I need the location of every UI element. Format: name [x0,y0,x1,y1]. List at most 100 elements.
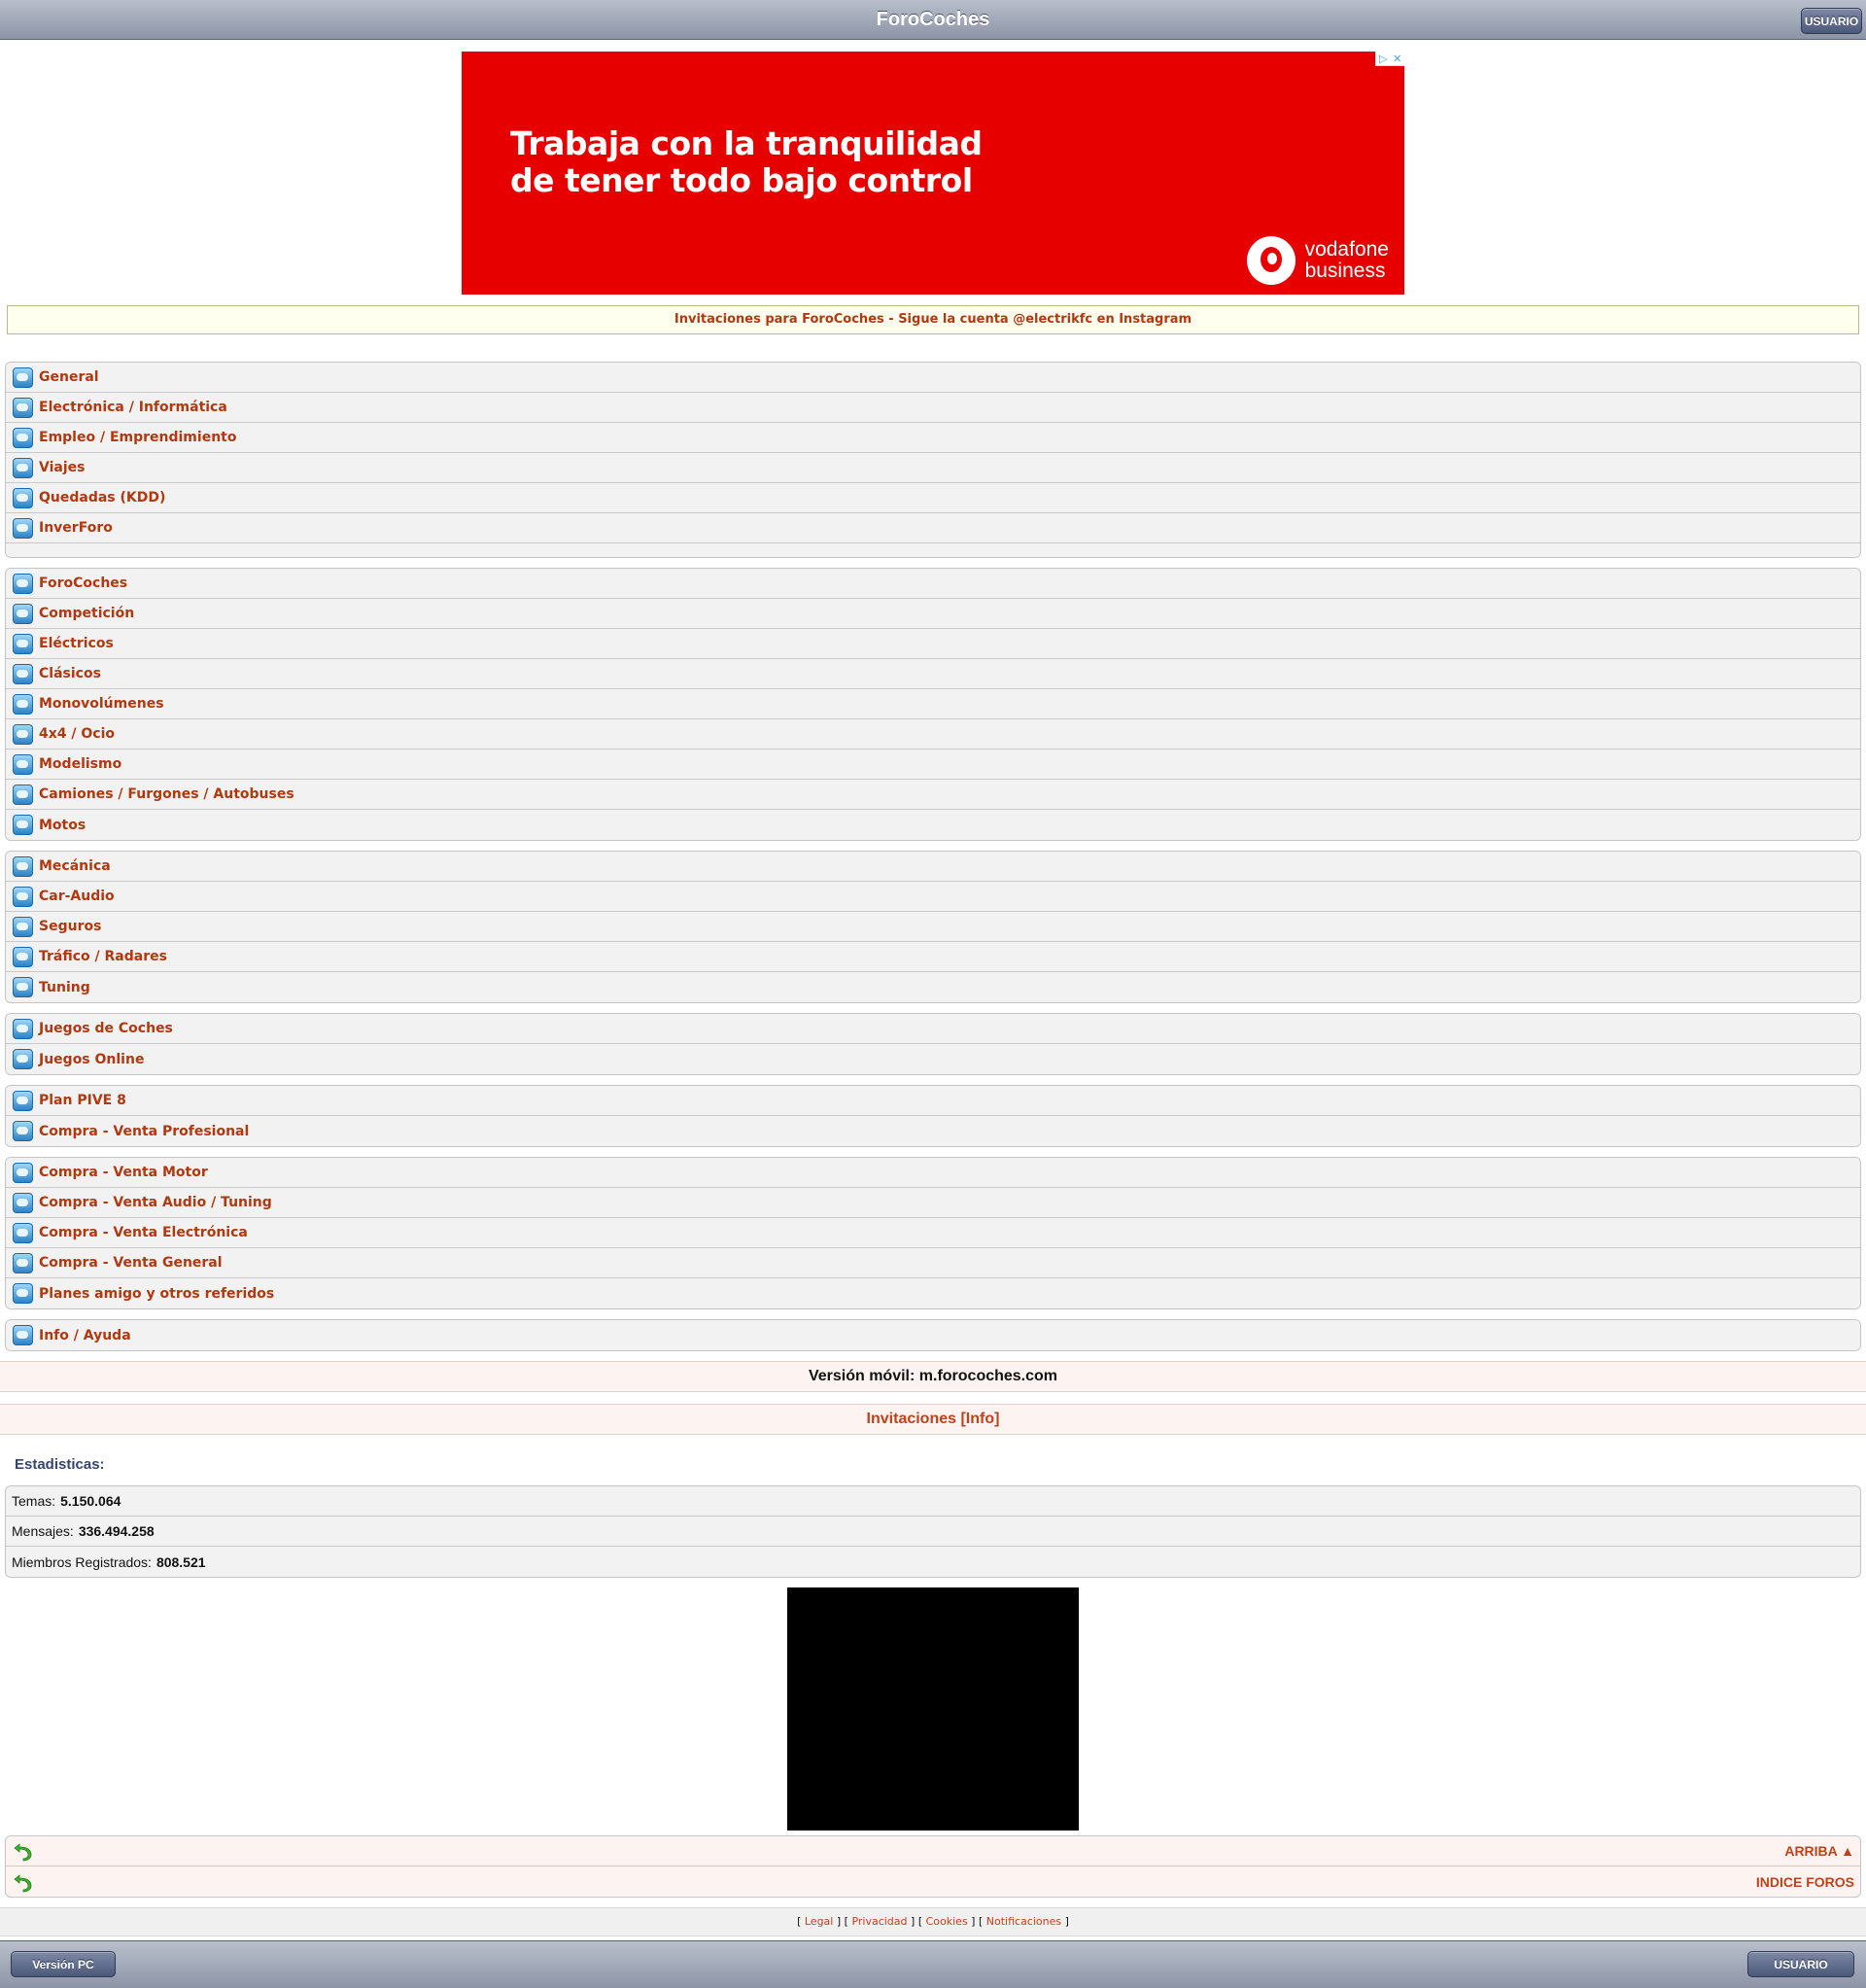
forum-icon [13,427,33,448]
forum-icon [13,663,33,684]
forum-item-label[interactable]: Monovolúmenes [39,696,164,712]
forum-item[interactable]: Mecánica [6,852,1860,882]
forum-item[interactable]: Compra - Venta Electrónica [6,1218,1860,1248]
ad-headline-line1: Trabaja con la tranquilidad [510,124,983,162]
notifications-link[interactable]: Notificaciones [986,1915,1061,1928]
forum-item[interactable]: Clásicos [6,659,1860,689]
forum-item-label[interactable]: Compra - Venta Motor [39,1165,208,1180]
forum-item[interactable]: Compra - Venta General [6,1248,1860,1278]
forum-item-label[interactable]: Compra - Venta Electrónica [39,1225,248,1240]
forum-item-label[interactable]: Competición [39,606,134,621]
forum-item-label[interactable]: Electrónica / Informática [39,400,227,415]
back-to-top-label[interactable]: ARRIBA ▲ [1784,1843,1854,1859]
site-title[interactable]: ForoCoches [0,0,1866,40]
forum-item-label[interactable]: Eléctricos [39,636,114,651]
forum-item[interactable]: Empleo / Emprendimiento [6,423,1860,453]
ad-headline: Trabaja con la tranquilidad de tener tod… [510,125,983,199]
stats-label: Mensajes: [12,1523,74,1539]
pc-version-button[interactable]: Versión PC [11,1951,116,1977]
ad-close-icon[interactable]: ✕ [1391,52,1405,65]
forum-item-label[interactable]: Clásicos [39,666,101,681]
forum-item[interactable]: Planes amigo y otros referidos [6,1278,1860,1308]
forum-item[interactable]: Competición [6,599,1860,629]
forum-item-label[interactable]: 4x4 / Ocio [39,726,115,742]
forum-item-label[interactable]: Motos [39,818,86,833]
forum-icon [13,397,33,418]
forum-item-label[interactable]: Tráfico / Radares [39,949,167,964]
forum-item-label[interactable]: Tuning [39,980,90,995]
forum-item[interactable]: Quedadas (KDD) [6,483,1860,513]
ad-banner[interactable]: ▷ ✕ Trabaja con la tranquilidad de tener… [462,52,1404,295]
forum-item[interactable]: 4x4 / Ocio [6,719,1860,750]
forum-item-label[interactable]: Modelismo [39,756,121,772]
stats-row-topics: Temas: 5.150.064 [6,1486,1860,1517]
forum-group: General Electrónica / Informática Empleo /… [5,362,1861,558]
back-arrow-icon [13,1871,34,1893]
forum-item[interactable]: Juegos de Coches [6,1014,1860,1044]
ad-headline-line2: de tener todo bajo control [510,161,973,199]
privacy-link[interactable]: Privacidad [851,1915,907,1928]
forum-item-label[interactable]: Camiones / Furgones / Autobuses [39,786,294,802]
forum-item-label[interactable]: Car-Audio [39,889,115,904]
forum-item-label[interactable]: Planes amigo y otros referidos [39,1286,274,1302]
ad-placeholder[interactable] [787,1587,1079,1831]
cookies-link[interactable]: Cookies [926,1915,968,1928]
forum-item[interactable]: Juegos Online [6,1044,1860,1074]
forum-item-label[interactable]: Compra - Venta Profesional [39,1124,249,1139]
forum-item-label[interactable]: Mecánica [39,858,111,874]
forum-item[interactable]: Seguros [6,912,1860,942]
forum-item[interactable]: ForoCoches [6,569,1860,599]
forum-item-label[interactable]: Seguros [39,919,101,934]
forum-item-label[interactable]: Empleo / Emprendimiento [39,430,236,445]
forum-item[interactable]: Viajes [6,453,1860,483]
bottom-bar: Versión PC USUARIO [0,1940,1866,1988]
forum-item[interactable]: Modelismo [6,750,1860,780]
forum-item-label[interactable]: Quedadas (KDD) [39,490,165,506]
forum-item-label[interactable]: ForoCoches [39,575,127,591]
forum-item[interactable]: Electrónica / Informática [6,393,1860,423]
forum-item[interactable]: Car-Audio [6,882,1860,912]
forum-item[interactable]: Compra - Venta Audio / Tuning [6,1188,1860,1218]
forum-item-label[interactable]: Info / Ayuda [39,1328,131,1343]
forum-item[interactable]: Compra - Venta Motor [6,1158,1860,1188]
ad-info-icon[interactable]: ▷ [1376,52,1391,65]
forum-item[interactable]: Tráfico / Radares [6,942,1860,972]
user-button-top[interactable]: USUARIO [1801,8,1862,34]
forum-item-label[interactable]: Compra - Venta Audio / Tuning [39,1195,272,1210]
ad-choices[interactable]: ▷ ✕ [1375,52,1404,66]
forum-item-label[interactable]: InverForo [39,520,113,536]
forum-item[interactable]: Eléctricos [6,629,1860,659]
forum-group: Info / Ayuda [5,1319,1861,1351]
mobile-version-link[interactable]: Versión móvil: m.forocoches.com [0,1361,1866,1392]
group-spacer [6,543,1860,557]
forum-item-label[interactable]: Juegos Online [39,1052,144,1067]
legal-link[interactable]: Legal [805,1915,833,1928]
footer-links: [ Legal ] [ Privacidad ] [ Cookies ] [ N… [0,1907,1866,1936]
vodafone-logo-icon [1246,236,1296,285]
forum-item[interactable]: Monovolúmenes [6,689,1860,719]
forum-item-label[interactable]: Juegos de Coches [39,1021,173,1036]
forum-icon [13,855,33,877]
forum-item-label[interactable]: Plan PIVE 8 [39,1093,126,1108]
forum-item[interactable]: Camiones / Furgones / Autobuses [6,780,1860,810]
forum-item-label[interactable]: General [39,369,99,385]
forum-icon [13,723,33,745]
invite-banner[interactable]: Invitaciones para ForoCoches - Sigue la … [7,305,1859,334]
forum-item[interactable]: Info / Ayuda [6,1320,1860,1350]
forum-icon [13,457,33,478]
forum-item[interactable]: Plan PIVE 8 [6,1086,1860,1116]
forum-item[interactable]: Compra - Venta Profesional [6,1116,1860,1146]
forum-index-label[interactable]: INDICE FOROS [1756,1874,1854,1890]
forum-item[interactable]: InverForo [6,513,1860,543]
forum-icon [13,916,33,937]
forum-item[interactable]: General [6,363,1860,393]
forum-index-link[interactable]: INDICE FOROS [6,1866,1860,1897]
invitations-link[interactable]: Invitaciones [Info] [0,1404,1866,1435]
forum-item-label[interactable]: Compra - Venta General [39,1255,223,1271]
user-button-bottom[interactable]: USUARIO [1747,1951,1854,1977]
forum-item[interactable]: Tuning [6,972,1860,1002]
forum-item[interactable]: Motos [6,810,1860,840]
back-to-top-link[interactable]: ARRIBA ▲ [6,1836,1860,1866]
forum-item-label[interactable]: Viajes [39,460,85,475]
forum-icon [13,693,33,715]
